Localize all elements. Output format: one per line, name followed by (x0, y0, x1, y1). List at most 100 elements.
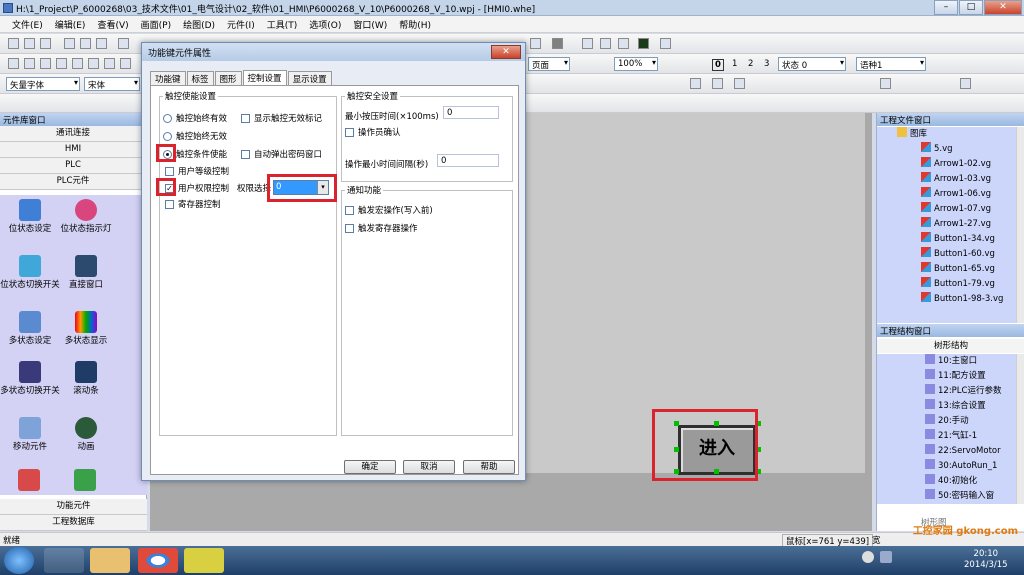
category-database[interactable]: 工程数据库 (0, 515, 147, 531)
radio-always-off[interactable]: 触控始终无效 (163, 130, 227, 142)
maximize-button[interactable]: □ (959, 0, 983, 15)
category-hmi[interactable]: HMI (0, 142, 146, 158)
checkbox-trigger-register[interactable]: 触发寄存器操作 (345, 222, 418, 234)
line-icon[interactable] (530, 38, 541, 49)
sound-icon[interactable] (72, 58, 83, 69)
palette-bit-set[interactable]: 位状态设定 (0, 199, 60, 234)
cancel-button[interactable]: 取消 (403, 460, 455, 474)
state-0-button[interactable]: 0 (712, 59, 724, 71)
palette-animation[interactable]: 动画 (56, 417, 116, 452)
palette-multi-set[interactable]: 多状态设定 (0, 311, 60, 346)
folder-gallery[interactable]: 图库 (877, 127, 1017, 142)
menu-tools[interactable]: 工具(T) (261, 18, 304, 31)
checkbox-auto-password-window[interactable]: 自动弹出密码窗口 (241, 148, 322, 160)
tab-display-settings[interactable]: 显示设置 (287, 71, 332, 85)
category-function[interactable]: 功能元件 (0, 499, 147, 515)
file-item[interactable]: Button1-34.vg (877, 232, 1017, 247)
radio-always-on[interactable]: 触控始终有效 (163, 112, 227, 124)
align-left-icon[interactable] (8, 58, 19, 69)
music-icon[interactable] (88, 58, 99, 69)
palette-direct-window[interactable]: 直接窗口 (56, 255, 116, 290)
tree-node[interactable]: 13:综合设置 (877, 399, 1017, 414)
min-interval-input[interactable]: 0 (437, 154, 499, 167)
file-item[interactable]: Button1-65.vg (877, 262, 1017, 277)
menu-window[interactable]: 窗口(W) (347, 18, 393, 31)
layer-up-icon[interactable] (712, 78, 723, 89)
struct-tree-scrollbar[interactable] (1016, 354, 1024, 504)
tab-control-settings[interactable]: 控制设置 (242, 70, 287, 86)
palette-multi-display[interactable]: 多状态显示 (56, 311, 116, 346)
paste-icon[interactable] (96, 38, 107, 49)
close-button[interactable]: ✕ (984, 0, 1022, 15)
file-item[interactable]: Arrow1-07.vg (877, 202, 1017, 217)
grid-icon[interactable] (582, 38, 593, 49)
file-item[interactable]: Button1-79.vg (877, 277, 1017, 292)
chrome-app-icon[interactable] (138, 548, 178, 573)
calculator-app-icon[interactable] (44, 548, 84, 573)
palette-bit-switch[interactable]: 位状态切换开关 (0, 255, 60, 290)
dialog-close-button[interactable]: ✕ (491, 45, 521, 59)
page-combo[interactable]: 页面 (528, 57, 570, 71)
category-comm[interactable]: 通讯连接 (0, 126, 146, 142)
tab-graphic[interactable]: 图形 (214, 71, 242, 85)
menu-draw[interactable]: 绘图(D) (177, 18, 221, 31)
category-plc[interactable]: PLC (0, 158, 146, 174)
menu-options[interactable]: 选项(O) (303, 18, 347, 31)
file-item[interactable]: Arrow1-27.vg (877, 217, 1017, 232)
font-type-combo[interactable]: 矢量字体 (6, 77, 80, 91)
menu-file[interactable]: 文件(E) (6, 18, 49, 31)
file-item[interactable]: Button1-60.vg (877, 247, 1017, 262)
start-button[interactable] (4, 547, 34, 574)
checkbox-operator-confirm[interactable]: 操作员确认 (345, 126, 401, 138)
cloud-icon[interactable] (618, 38, 629, 49)
copy-icon[interactable] (80, 38, 91, 49)
distribute-icon[interactable] (690, 78, 701, 89)
menu-view[interactable]: 查看(V) (91, 18, 134, 31)
cut-icon[interactable] (64, 38, 75, 49)
palette-multi-switch[interactable]: 多状态切换开关 (0, 361, 60, 396)
tree-node[interactable]: 21:气缸-1 (877, 429, 1017, 444)
fill-color-icon[interactable] (552, 38, 563, 49)
file-item[interactable]: Button1-98-3.vg (877, 292, 1017, 307)
min-press-input[interactable]: 0 (443, 106, 499, 119)
layer-down-icon[interactable] (734, 78, 745, 89)
hmi-editor-app-icon[interactable] (184, 548, 224, 573)
state-2-button[interactable]: 2 (748, 59, 753, 69)
file-tree-scrollbar[interactable] (1016, 127, 1024, 323)
state-1-button[interactable]: 1 (732, 59, 737, 69)
font-name-combo[interactable]: 宋体 (84, 77, 140, 91)
state-combo[interactable]: 状态 0 (778, 57, 846, 71)
picture-icon[interactable] (120, 58, 131, 69)
help-button[interactable]: 帮助 (463, 460, 515, 474)
tray-icon[interactable] (862, 551, 874, 563)
open-icon[interactable] (24, 38, 35, 49)
tree-node[interactable]: 22:ServoMotor (877, 444, 1017, 459)
menu-edit[interactable]: 编辑(E) (49, 18, 92, 31)
explorer-app-icon[interactable] (90, 548, 130, 573)
space-h-icon[interactable] (880, 78, 891, 89)
minimize-button[interactable]: – (934, 0, 958, 15)
tree-node[interactable]: 12:PLC运行参数 (877, 384, 1017, 399)
align-center-icon[interactable] (24, 58, 35, 69)
category-plc-elements[interactable]: PLC元件 (0, 174, 146, 190)
checkbox-user-level[interactable]: 用户等级控制 (165, 165, 229, 177)
run-icon[interactable] (638, 38, 649, 49)
ok-button[interactable]: 确定 (344, 460, 396, 474)
menu-screen[interactable]: 画面(P) (135, 18, 177, 31)
palette-more-2-icon[interactable] (74, 469, 96, 491)
tree-node[interactable]: 20:手动 (877, 414, 1017, 429)
palette-more-1-icon[interactable] (18, 469, 40, 491)
state-3-button[interactable]: 3 (764, 59, 769, 69)
language-combo[interactable]: 语种1 (856, 57, 926, 71)
palette-move-element[interactable]: 移动元件 (0, 417, 60, 452)
lamp-icon[interactable] (56, 58, 67, 69)
checkbox-trigger-macro[interactable]: 触发宏操作(写入前) (345, 204, 433, 216)
file-item[interactable]: 5.vg (877, 142, 1017, 157)
file-item[interactable]: Arrow1-02.vg (877, 157, 1017, 172)
menu-help[interactable]: 帮助(H) (393, 18, 437, 31)
palette-scrollbar[interactable]: 滚动条 (56, 361, 116, 396)
checkbox-register-control[interactable]: 寄存器控制 (165, 198, 221, 210)
tray-icon[interactable] (880, 551, 892, 563)
menu-element[interactable]: 元件(I) (221, 18, 261, 31)
tab-label[interactable]: 标签 (186, 71, 214, 85)
